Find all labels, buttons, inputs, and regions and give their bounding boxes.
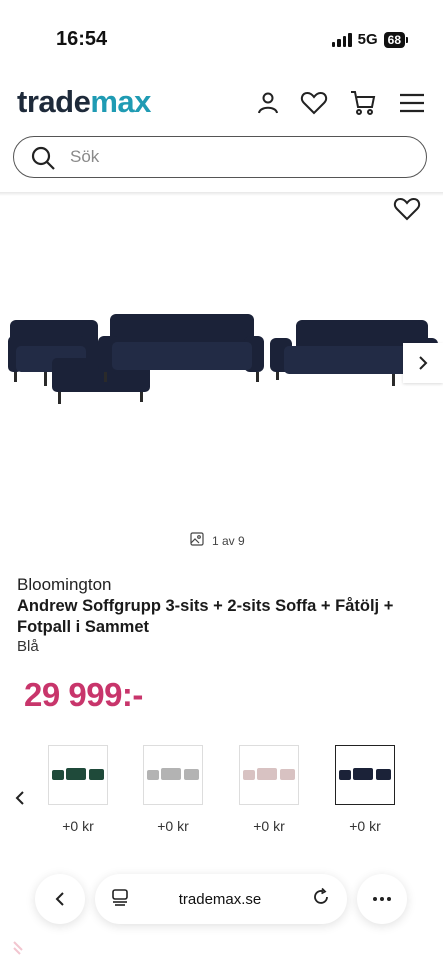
- image-counter-text: 1 av 9: [212, 533, 245, 548]
- chevron-left-icon: [15, 791, 24, 805]
- product-color: Blå: [17, 638, 39, 655]
- variant-green[interactable]: [48, 745, 108, 805]
- status-time: 16:54: [56, 28, 108, 50]
- variant-price: +0 kr: [253, 818, 285, 834]
- browser-back-button[interactable]: [35, 874, 85, 924]
- search-input[interactable]: [68, 146, 392, 168]
- battery-icon: 68: [383, 31, 409, 48]
- chevron-left-icon: [55, 892, 64, 906]
- variant-pink[interactable]: [239, 745, 299, 805]
- variants-prev-button[interactable]: [14, 789, 26, 812]
- add-to-wishlist-icon[interactable]: [393, 196, 421, 227]
- browser-address-bar[interactable]: trademax.se: [95, 874, 347, 924]
- image-counter: 1 av 9: [190, 532, 245, 549]
- sofa-group-image: [8, 314, 438, 404]
- more-icon: [373, 897, 391, 901]
- search-bar[interactable]: [13, 136, 427, 178]
- variant-grey[interactable]: [143, 745, 203, 805]
- chevron-right-icon: [419, 356, 428, 370]
- variant-thumb-image: [147, 768, 199, 780]
- product-image[interactable]: [0, 196, 443, 526]
- product-title: Andrew Soffgrupp 3-sits + 2-sits Soffa +…: [17, 597, 394, 636]
- decorative-mark: [12, 940, 28, 956]
- signal-icon: [331, 32, 352, 47]
- url-text[interactable]: trademax.se: [179, 891, 262, 908]
- status-indicators: 5G 68: [331, 31, 409, 48]
- wishlist-icon[interactable]: [299, 88, 329, 118]
- next-image-button[interactable]: [403, 343, 443, 383]
- browser-more-button[interactable]: [357, 874, 407, 924]
- account-icon[interactable]: [253, 88, 283, 118]
- menu-icon[interactable]: [397, 88, 427, 118]
- search-icon: [30, 145, 56, 176]
- variant-price: +0 kr: [349, 818, 381, 834]
- variant-price: +0 kr: [157, 818, 189, 834]
- variant-thumb-image: [243, 768, 295, 780]
- network-label: 5G: [357, 31, 378, 48]
- variant-navy[interactable]: [335, 745, 395, 805]
- cart-icon[interactable]: [348, 88, 378, 118]
- image-icon: [190, 532, 204, 549]
- variant-thumb-image: [339, 768, 391, 780]
- logo-part-trade: trade: [17, 84, 91, 119]
- trademax-logo[interactable]: trademax: [17, 84, 151, 120]
- variant-thumb-image: [52, 768, 104, 780]
- product-price: 29 999:-: [24, 676, 143, 713]
- reload-icon[interactable]: [311, 887, 331, 912]
- product-brand[interactable]: Bloomington: [17, 575, 112, 595]
- variant-price: +0 kr: [62, 818, 94, 834]
- tab-overview-icon[interactable]: [111, 888, 129, 911]
- logo-part-max: max: [90, 84, 151, 119]
